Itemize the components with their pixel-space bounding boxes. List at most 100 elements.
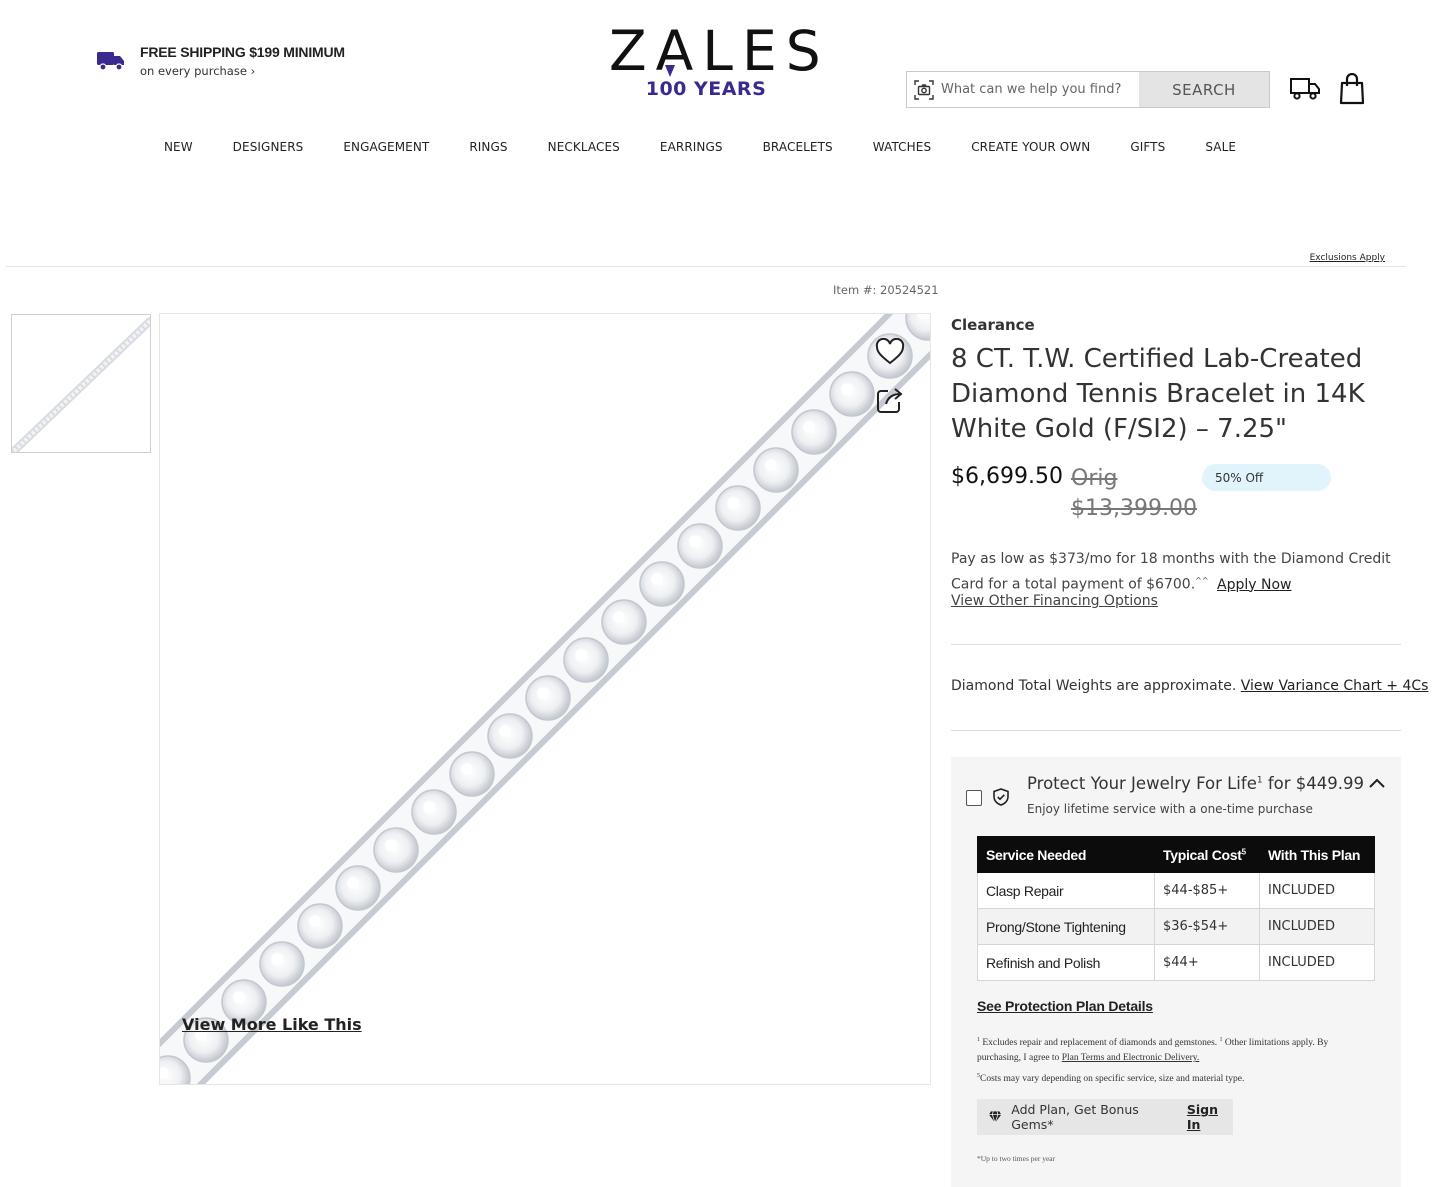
apply-now-link[interactable]: Apply Now [1217,577,1291,593]
sale-price: $6,699.50 [951,464,1063,489]
diamond-sparkle [765,459,777,471]
financing-copy: Pay as low as $373/mo for 18 months with… [951,551,1391,593]
diamond-sparkle [651,573,663,585]
see-protection-plan-details-link[interactable]: See Protection Plan Details [977,998,1153,1014]
nav-create-your-own[interactable]: CREATE YOUR OWN [951,140,1110,154]
bracelet-thumbnail-image [12,317,150,452]
protection-plan-panel: Protect Your Jewelry For Life1 for $449.… [951,757,1401,1187]
bracelet-diamond [487,713,533,759]
orig-price-value: $13,399.00 [1071,496,1197,521]
diamond-sparkle [575,649,587,661]
diamond-sparkle [347,877,359,889]
diamond-sparkle [613,611,625,623]
favorite-heart-icon[interactable] [873,335,907,369]
bracelet-diamond [563,637,609,683]
financing-text: Pay as low as $373/mo for 18 months with… [951,549,1411,596]
column-header-plan: With This Plan [1259,836,1375,873]
diamond-sparkle [385,839,397,851]
sign-in-link[interactable]: Sign In [1187,1102,1233,1132]
bonus-text: Add Plan, Get Bonus Gems* [1011,1102,1139,1132]
main-navigation: NEW DESIGNERS ENGAGEMENT RINGS NECKLACES… [0,140,1400,154]
shield-check-icon [993,788,1009,806]
bracelet-diamond [829,371,875,417]
protection-title-text: Protect Your Jewelry For Life [1027,774,1257,793]
protection-price: for $449.99 [1262,774,1365,793]
plan-cell: INCLUDED [1259,872,1375,909]
diamond-sparkle [233,991,245,1003]
nav-sale[interactable]: SALE [1185,140,1256,154]
exclusions-apply-link[interactable]: Exclusions Apply [1310,253,1385,263]
nav-earrings[interactable]: EARRINGS [640,140,743,154]
plan-cell: INCLUDED [1259,908,1375,945]
protection-plan-checkbox[interactable] [966,790,982,806]
divider [951,730,1401,731]
table-row: Refinish and Polish $44+ INCLUDED [977,944,1375,981]
nav-bracelets[interactable]: BRACELETS [743,140,853,154]
table-row: Clasp Repair $44-$85+ INCLUDED [977,872,1375,909]
product-thumbnail[interactable] [11,314,151,453]
bracelet-diamond [335,865,381,911]
diamond-sparkle [841,383,853,395]
bracelet-diamond [449,751,495,797]
search-button[interactable]: SEARCH [1139,72,1269,107]
footnote-twice-per-year: *Up to two times per year [977,1154,1056,1163]
nav-designers[interactable]: DESIGNERS [213,140,324,154]
gem-icon [989,1111,1002,1123]
nav-rings[interactable]: RINGS [449,140,527,154]
free-shipping-promo[interactable]: FREE SHIPPING $199 MINIMUM on every purc… [96,44,345,78]
share-icon[interactable] [873,383,907,417]
diamond-sparkle [727,497,739,509]
nav-necklaces[interactable]: NECKLACES [528,140,640,154]
shipping-subtitle[interactable]: on every purchase › [140,64,345,78]
nav-watches[interactable]: WATCHES [853,140,951,154]
bracelet-diamond [639,561,685,607]
plan-terms-link[interactable]: Plan Terms and Electronic Delivery. [1062,1053,1200,1063]
shopping-bag-icon[interactable] [1335,72,1369,106]
service-cell: Clasp Repair [977,872,1155,909]
protection-plan-subtitle: Enjoy lifetime service with a one-time p… [1027,802,1313,816]
nav-engagement[interactable]: ENGAGEMENT [323,140,449,154]
discount-badge: 50% Off [1202,464,1331,491]
fine-print-costs: 5Costs may vary depending on specific se… [977,1069,1372,1087]
logo-diamond-icon [665,65,675,77]
bracelet-diamond [753,447,799,493]
product-title: 8 CT. T.W. Certified Lab-Created Diamond… [951,344,1365,444]
protection-plan-table: Service Needed Typical Cost5 With This P… [977,836,1375,981]
product-main-image[interactable] [159,313,931,1085]
diamond-sparkle [537,687,549,699]
bracelet-diamond [525,675,571,721]
diamond-weight-note: Diamond Total Weights are approximate. V… [951,678,1428,694]
view-more-like-this-link[interactable]: View More Like This [182,1015,362,1034]
plan-cell: INCLUDED [1259,944,1375,981]
cost-cell: $44+ [1154,944,1260,981]
service-cell: Prong/Stone Tightening [977,908,1155,945]
bracelet-diamond [791,409,837,455]
order-tracking-truck-icon[interactable] [1288,72,1322,106]
search-input[interactable] [941,72,1139,107]
service-cell: Refinish and Polish [977,944,1155,981]
column-header-service: Service Needed [977,836,1155,873]
diamond-sparkle [689,535,701,547]
clearance-badge: Clearance [951,316,1035,334]
bracelet-diamond [715,485,761,531]
view-other-financing-link[interactable]: View Other Financing Options [951,593,1158,609]
cost-header-text: Typical Cost [1163,846,1242,863]
visual-search-camera-icon[interactable] [907,72,941,107]
chevron-up-icon[interactable] [1365,774,1389,794]
bracelet-diamond [297,903,343,949]
variance-chart-link[interactable]: View Variance Chart + 4Cs [1241,678,1429,694]
nav-new[interactable]: NEW [144,140,213,154]
nav-gifts[interactable]: GIFTS [1110,140,1185,154]
diamond-sparkle [499,725,511,737]
diamond-sparkle [309,915,321,927]
column-header-cost: Typical Cost5 [1154,836,1260,873]
fine-text: Excludes repair and replacement of diamo… [980,1038,1220,1049]
cost-header-sup: 5 [1241,846,1246,856]
diamond-sparkle [423,801,435,813]
bonus-gems-box: Add Plan, Get Bonus Gems* Sign In [977,1099,1233,1135]
cost-cell: $44-$85+ [1154,872,1260,909]
divider [951,644,1401,645]
logo-word: ZALES [609,19,830,83]
zales-logo[interactable]: ZALES 100 YEARS [603,18,830,100]
bracelet-diamond [677,523,723,569]
